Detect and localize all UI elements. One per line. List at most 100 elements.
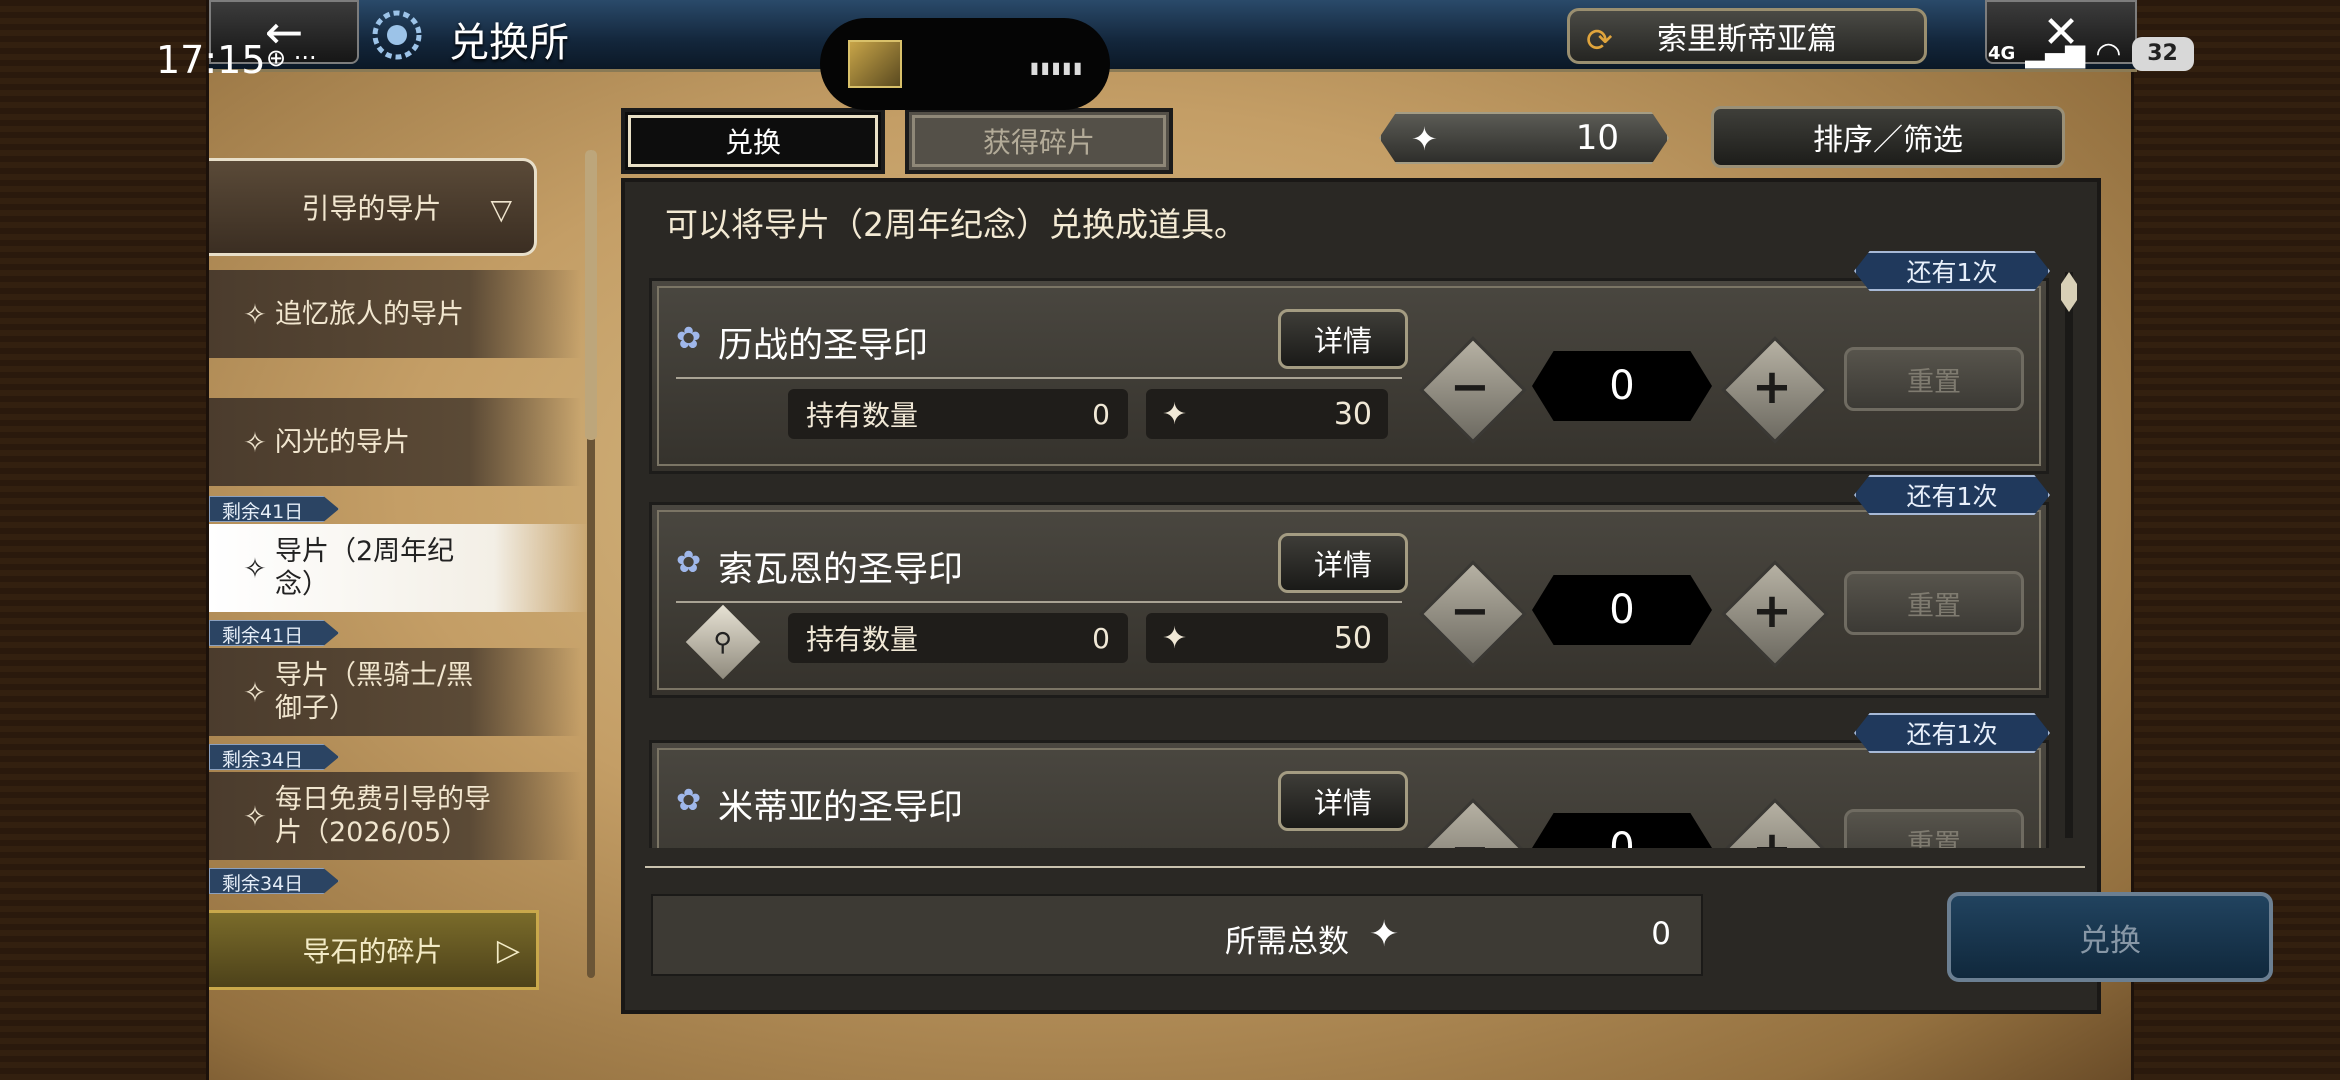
shard-star-icon: ✧ <box>243 297 267 331</box>
detail-button[interactable]: 详情 <box>1278 309 1408 369</box>
item-card: 还有1次 ✿ 历战的圣导印 详情 持有数量 0 ✦ 30 − 0 + 重置 <box>649 251 2050 474</box>
sidebar-scrollbar[interactable] <box>585 150 597 978</box>
plus-icon: + <box>1751 359 1793 415</box>
increase-button[interactable]: + <box>1722 337 1822 437</box>
shard-category-button[interactable]: 导石的碎片 ▷ <box>209 910 539 990</box>
minus-icon: − <box>1449 583 1491 639</box>
shard-star-icon: ✦ <box>1162 396 1188 432</box>
remaining-days-tag: 剩余34日 <box>209 868 339 894</box>
status-time: 17:15 <box>156 38 266 82</box>
total-required: 所需总数 ✦ 0 <box>651 894 1703 976</box>
decrease-button[interactable]: − <box>1420 799 1520 848</box>
item-card: 还有1次 ✿ 索瓦恩的圣导印 详情 ⚲ 持有数量 0 ✦ 50 − 0 + 重置 <box>649 475 2050 698</box>
status-right: 4G ▂▄▆ ◠ 32 <box>1988 36 2194 71</box>
shard-star-icon: ✧ <box>243 551 267 585</box>
shard-star-icon: ✦ <box>1411 120 1438 158</box>
limit-badge: 还有1次 <box>1854 251 2050 291</box>
item-name: 米蒂亚的圣导印 <box>718 788 964 828</box>
cost-display: ✦ 50 <box>1146 613 1388 663</box>
sidebar-item-label: 追忆旅人的导片 <box>275 298 464 330</box>
audio-bars-icon: ▮▮▮▮▮ <box>1030 58 1085 77</box>
sidebar-item-flash[interactable]: ✧ 闪光的导片 <box>209 398 581 486</box>
search-icon: ⚲ <box>713 627 733 657</box>
exchange-panel: 可以将导片（2周年纪念）兑换成道具。 还有1次 ✿ 历战的圣导印 详情 持有数量… <box>621 178 2273 1014</box>
owned-value: 0 <box>1092 397 1110 431</box>
item-name: 历战的圣导印 <box>718 326 929 366</box>
shard-star-icon: ✦ <box>1162 620 1188 656</box>
owned-label: 持有数量 <box>806 399 919 432</box>
total-value: 0 <box>1651 916 1671 952</box>
shard-star-icon: ✦ <box>1369 914 1400 955</box>
panel-description: 可以将导片（2周年纪念）兑换成道具。 <box>665 205 1247 244</box>
seal-gem-icon: ✿ <box>676 545 702 580</box>
tab-exchange[interactable]: 兑换 <box>621 108 885 174</box>
minus-icon: − <box>1450 821 1490 848</box>
signal-icon: ▂▄▆ <box>2025 38 2086 69</box>
item-name: 索瓦恩的圣导印 <box>718 550 964 590</box>
plus-icon: + <box>1751 583 1793 639</box>
sort-filter-button[interactable]: 排序／筛选 <box>1711 106 2065 168</box>
camera-notch: ▮▮▮▮▮ <box>820 18 1110 110</box>
sidebar-item-memory[interactable]: ✧ 追忆旅人的导片 <box>209 270 581 358</box>
reset-button[interactable]: 重置 <box>1844 571 2024 635</box>
cost-display: ✦ 30 <box>1146 389 1388 439</box>
owned-value: 0 <box>1092 621 1110 655</box>
shard-category-label: 导石的碎片 <box>302 935 443 968</box>
reset-button[interactable]: 重置 <box>1844 809 2024 848</box>
divider-line <box>676 601 1402 603</box>
quantity-value: 0 <box>1532 813 1712 848</box>
limit-badge: 还有1次 <box>1854 713 2050 753</box>
sidebar-item-anniversary[interactable]: ✧ 导片（2周年纪念） <box>209 524 589 612</box>
chevron-down-icon: ▽ <box>490 193 512 226</box>
currency-display: ✦ 10 <box>1379 112 1669 164</box>
sidebar-item-label: 导片（2周年纪念） <box>275 536 455 600</box>
plus-icon: + <box>1752 821 1792 848</box>
wifi-icon: ◠ <box>2095 36 2122 71</box>
remaining-days-tag: 剩余41日 <box>209 620 339 646</box>
network-type: 4G <box>1988 43 2016 64</box>
detail-button[interactable]: 详情 <box>1278 533 1408 593</box>
item-list: 还有1次 ✿ 历战的圣导印 详情 持有数量 0 ✦ 30 − 0 + 重置 还有1次… <box>625 248 2065 848</box>
minus-icon: − <box>1449 359 1491 415</box>
seal-gem-icon: ✿ <box>676 321 702 356</box>
increase-button[interactable]: + <box>1722 799 1822 848</box>
quantity-value: 0 <box>1532 575 1712 645</box>
cost-value: 30 <box>1333 396 1372 432</box>
sidebar-item-dark-knight[interactable]: ✧ 导片（黑骑士/黑御子） <box>209 648 581 736</box>
inspect-button[interactable]: ⚲ <box>685 604 761 680</box>
increase-button[interactable]: + <box>1722 561 1822 661</box>
tab-get-shards[interactable]: 获得碎片 <box>905 108 1173 174</box>
category-label: 引导的导片 <box>301 192 442 225</box>
story-label: 索里斯帝亚篇 <box>1657 22 1837 57</box>
chevron-right-icon: ▷ <box>496 933 520 968</box>
decrease-button[interactable]: − <box>1420 561 1520 661</box>
currency-amount: 10 <box>1575 118 1619 158</box>
divider-line <box>676 377 1402 379</box>
game-screen: ← 兑换所 ⟳ 索里斯帝亚篇 ✕ 引导的导片 ▽ ✧ 追忆旅人的导片 ✧ 闪光的导片 剩… <box>206 0 2273 1080</box>
status-notification-icons: ⊕ ··· <box>266 44 317 72</box>
sidebar-item-label: 导片（黑骑士/黑御子） <box>275 660 474 724</box>
reset-button[interactable]: 重置 <box>1844 347 2024 411</box>
sidebar-item-label: 每日免费引导的导片（2026/05） <box>275 784 491 848</box>
item-card: 还有1次 ✿ 米蒂亚的圣导印 详情 − 0 + 重置 <box>649 713 2050 848</box>
detail-button[interactable]: 详情 <box>1278 771 1408 831</box>
exchange-button[interactable]: 兑换 <box>1947 892 2273 982</box>
decrease-button[interactable]: − <box>1420 337 1520 437</box>
owned-label: 持有数量 <box>806 623 919 656</box>
sidebar-item-daily-free[interactable]: ✧ 每日免费引导的导片（2026/05） <box>209 772 581 860</box>
seal-gem-icon: ✿ <box>676 783 702 818</box>
battery-level: 32 <box>2131 36 2194 71</box>
list-scrollbar[interactable] <box>2061 272 2077 838</box>
limit-badge: 还有1次 <box>1854 475 2050 515</box>
page-title: 兑换所 <box>449 20 569 66</box>
story-switch-button[interactable]: ⟳ 索里斯帝亚篇 <box>1567 8 1927 64</box>
remaining-days-tag: 剩余41日 <box>209 496 339 522</box>
app-thumbnail <box>848 40 902 88</box>
scrollbar-thumb[interactable] <box>585 150 597 440</box>
sidebar-item-label: 闪光的导片 <box>275 426 410 458</box>
top-bar: ← 兑换所 ⟳ 索里斯帝亚篇 ✕ <box>209 0 2137 72</box>
owned-count: 持有数量 0 <box>788 613 1128 663</box>
refresh-icon: ⟳ <box>1586 21 1613 59</box>
cost-value: 50 <box>1333 620 1372 656</box>
category-dropdown[interactable]: 引导的导片 ▽ <box>209 158 537 256</box>
